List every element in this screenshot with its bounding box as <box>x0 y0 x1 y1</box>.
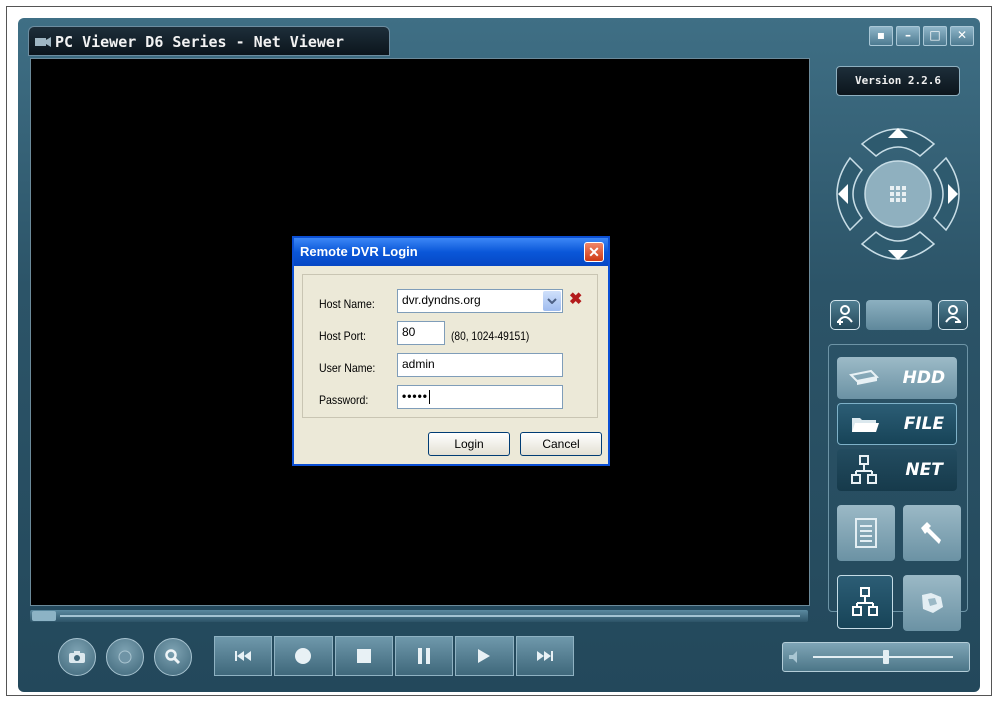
version-label: Version 2.2.6 <box>836 66 960 96</box>
window-controls: ▪ – □ ✕ <box>869 26 974 46</box>
mode-panel: HDD FILE NET <box>828 344 968 631</box>
dot-icon <box>295 648 312 664</box>
settings-button[interactable] <box>903 505 961 561</box>
ptz-control <box>836 128 960 260</box>
close-icon[interactable]: ✕ <box>950 26 974 46</box>
play-icon <box>478 649 491 663</box>
window-title: PC Viewer D6 Series - Net Viewer <box>55 33 344 51</box>
net-mode-button[interactable]: NET <box>837 449 957 491</box>
login-form: Host Name: dvr.dyndns.org ✖ Host Port: 8… <box>302 274 598 418</box>
wrench-icon <box>921 522 941 544</box>
zoom-display <box>866 300 932 330</box>
pause-icon <box>418 648 431 664</box>
hdd-mode-button[interactable]: HDD <box>837 357 957 399</box>
volume-control[interactable] <box>782 642 970 672</box>
file-mode-button[interactable]: FILE <box>837 403 957 445</box>
search-icon <box>165 649 181 665</box>
record-button[interactable] <box>106 638 144 676</box>
password-label: Password: <box>319 393 369 407</box>
host-port-value: 80 <box>402 325 416 339</box>
side-panel: Version 2.2.6 HDD FILE NET <box>820 58 968 631</box>
host-name-label: Host Name: <box>319 297 375 311</box>
dialog-close-icon[interactable]: ✕ <box>584 242 604 262</box>
window-title-bar: PC Viewer D6 Series - Net Viewer <box>28 26 390 56</box>
net-mode-label: NET <box>905 460 943 480</box>
hdd-mode-label: HDD <box>902 368 946 388</box>
map-icon <box>922 593 943 613</box>
skip-forward-icon <box>536 651 553 661</box>
clear-host-icon[interactable]: ✖ <box>569 289 582 309</box>
chevron-down-icon[interactable] <box>543 291 561 311</box>
host-port-field[interactable]: 80 <box>397 321 445 345</box>
remote-dvr-login-dialog: Remote DVR Login ✕ Host Name: dvr.dyndns… <box>292 236 610 466</box>
zoom-in-button[interactable] <box>830 300 860 330</box>
skip-back-icon <box>235 651 252 661</box>
folder-icon <box>851 418 879 432</box>
user-name-label: User Name: <box>319 361 376 375</box>
stop-button[interactable] <box>334 636 393 676</box>
grid-icon <box>890 186 906 202</box>
maximize-icon[interactable]: □ <box>923 26 947 46</box>
zoom-out-button[interactable] <box>938 300 968 330</box>
cancel-button[interactable]: Cancel <box>520 432 602 456</box>
zoom-controls <box>830 300 968 334</box>
person-plus-icon <box>837 305 853 325</box>
seek-bar[interactable] <box>30 610 808 622</box>
host-port-hint: (80, 1024-49151) <box>451 329 530 343</box>
playback-controls <box>214 636 574 676</box>
document-icon <box>855 518 877 548</box>
dialog-title-bar: Remote DVR Login ✕ <box>294 238 608 266</box>
pause-button[interactable] <box>394 636 454 676</box>
dialog-title: Remote DVR Login <box>300 244 418 259</box>
host-name-combobox[interactable]: dvr.dyndns.org <box>397 289 563 313</box>
password-value: ••••• <box>402 389 429 403</box>
restore-icon[interactable]: ▪ <box>869 26 893 46</box>
speaker-icon <box>789 651 797 663</box>
user-name-field[interactable]: admin <box>397 353 563 377</box>
seek-handle[interactable] <box>32 611 56 621</box>
stop-icon <box>356 649 371 663</box>
record-icon <box>118 650 132 664</box>
host-port-label: Host Port: <box>319 329 366 343</box>
network-small-icon <box>852 587 878 616</box>
volume-handle[interactable] <box>883 650 889 664</box>
login-button[interactable]: Login <box>428 432 510 456</box>
log-button[interactable] <box>837 505 895 561</box>
seek-track <box>60 615 800 617</box>
text-cursor <box>429 389 431 404</box>
host-name-value: dvr.dyndns.org <box>402 293 481 307</box>
hdd-icon <box>848 369 879 385</box>
app-logo-icon <box>35 37 51 47</box>
file-mode-label: FILE <box>903 414 945 434</box>
user-name-value: admin <box>402 357 435 371</box>
network-icon <box>851 455 878 484</box>
person-minus-icon <box>945 305 961 323</box>
next-button[interactable] <box>515 636 574 676</box>
map-button[interactable] <box>903 575 961 631</box>
record-play-button[interactable] <box>274 636 333 676</box>
camera-icon <box>69 651 85 663</box>
search-button[interactable] <box>154 638 192 676</box>
minimize-icon[interactable]: – <box>896 26 920 46</box>
network-config-button[interactable] <box>837 575 893 629</box>
password-field[interactable]: ••••• <box>397 385 563 409</box>
previous-button[interactable] <box>214 636 273 676</box>
play-button[interactable] <box>455 636 514 676</box>
snapshot-button[interactable] <box>58 638 96 676</box>
